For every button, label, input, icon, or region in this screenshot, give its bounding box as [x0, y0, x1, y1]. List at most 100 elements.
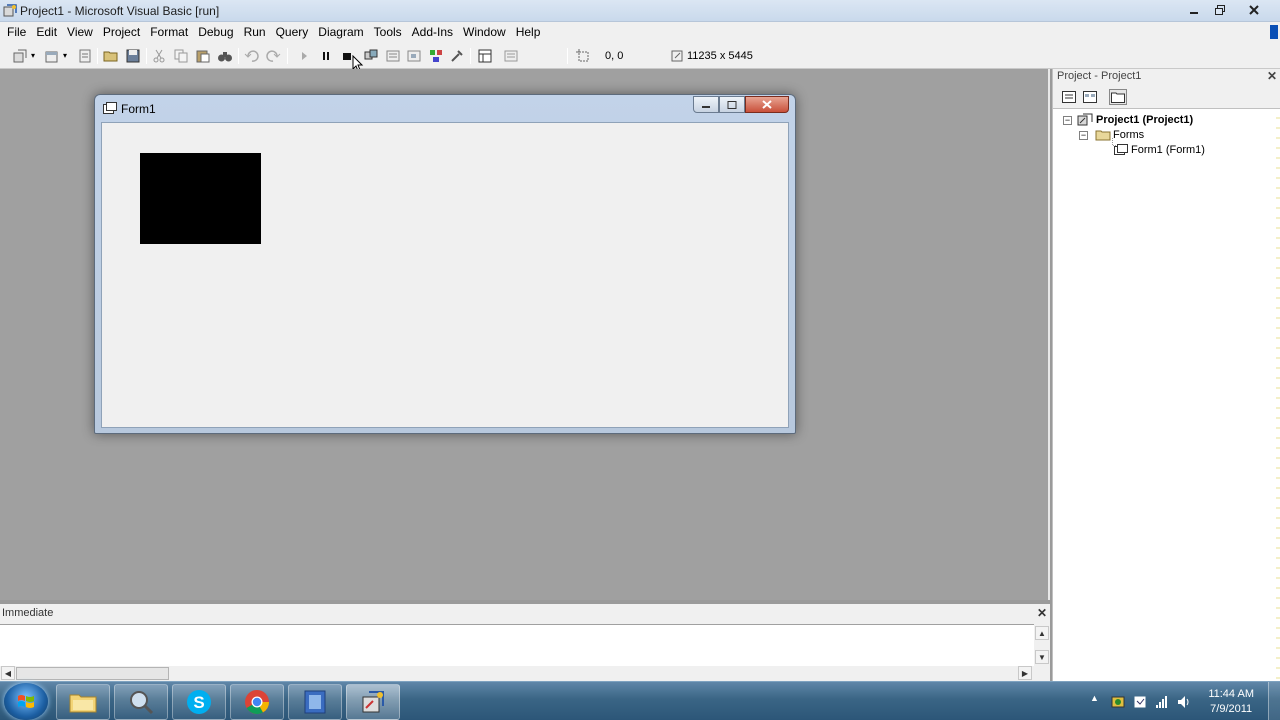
form-client-area[interactable]: [101, 122, 789, 428]
project-explorer: Project - Project1 ✕ − Project1 (Project…: [1052, 69, 1280, 681]
menu-tools[interactable]: Tools: [369, 23, 407, 42]
add-form-button[interactable]: [43, 47, 61, 65]
close-button[interactable]: [1234, 1, 1274, 19]
project-explorer-toolbar: [1053, 85, 1280, 109]
toolbox-button[interactable]: [448, 47, 466, 65]
taskbar-skype[interactable]: S: [172, 684, 226, 720]
paste-button[interactable]: [194, 47, 212, 65]
form-layout-button[interactable]: [405, 47, 423, 65]
start-button[interactable]: [295, 47, 313, 65]
size-icon-box: [668, 47, 686, 65]
add-project-icon: [13, 49, 27, 63]
menu-view[interactable]: View: [62, 23, 98, 42]
taskbar-chrome[interactable]: [230, 684, 284, 720]
scroll-left-icon[interactable]: ◀: [1, 666, 15, 680]
form-close-button[interactable]: [745, 96, 789, 113]
visual-component-manager-button[interactable]: [502, 47, 520, 65]
standard-toolbar: ▾ ▾ 0, 0 11235 x 5445: [0, 43, 1280, 72]
menu-debug[interactable]: Debug: [193, 23, 238, 42]
copy-button[interactable]: [172, 47, 190, 65]
restore-button[interactable]: [1208, 1, 1232, 19]
menu-editor-button[interactable]: [76, 47, 94, 65]
view-code-button[interactable]: [1060, 89, 1078, 105]
redo-button[interactable]: [264, 47, 282, 65]
network-icon[interactable]: [1155, 695, 1169, 709]
collapse-project-icon[interactable]: −: [1063, 116, 1072, 125]
project-icon: [1077, 113, 1093, 126]
form-icon: [103, 102, 117, 114]
taskbar-explorer[interactable]: [56, 684, 110, 720]
project-explorer-close-icon[interactable]: ✕: [1266, 69, 1278, 83]
taskbar-video[interactable]: [288, 684, 342, 720]
immediate-vertical-scrollbar[interactable]: ▲ ▼: [1034, 624, 1050, 667]
scroll-right-icon[interactable]: ▶: [1018, 666, 1032, 680]
immediate-title: Immediate: [2, 607, 54, 619]
menu-diagram[interactable]: Diagram: [313, 23, 368, 42]
data-view-icon: [478, 49, 492, 63]
scroll-down-icon[interactable]: ▼: [1035, 650, 1049, 664]
menu-help[interactable]: Help: [511, 23, 546, 42]
break-button[interactable]: [317, 47, 335, 65]
component-manager-icon: [504, 50, 518, 62]
form1-window[interactable]: Form1: [94, 94, 796, 434]
collapse-forms-icon[interactable]: −: [1079, 131, 1088, 140]
menu-format[interactable]: Format: [145, 23, 193, 42]
view-object-button[interactable]: [1081, 89, 1099, 105]
add-project-button[interactable]: [11, 47, 29, 65]
cut-button[interactable]: [150, 47, 168, 65]
position-icon-box: [574, 47, 592, 65]
taskbar-visual-basic[interactable]: [346, 684, 400, 720]
tree-project[interactable]: Project1 (Project1): [1096, 114, 1193, 126]
properties-window-button[interactable]: [384, 47, 402, 65]
svg-text:S: S: [193, 693, 204, 712]
position-icon: [576, 49, 589, 62]
project-tree: − Project1 (Project1) − Forms Form1 (For…: [1053, 109, 1280, 679]
visual-basic-icon: [3, 4, 17, 17]
paste-icon: [196, 50, 210, 63]
toggle-folders-button[interactable]: [1109, 89, 1127, 105]
chrome-icon: [245, 690, 269, 715]
menu-run[interactable]: Run: [239, 23, 271, 42]
object-browser-button[interactable]: [427, 47, 445, 65]
dropdown-arrow-icon[interactable]: ▾: [63, 51, 67, 60]
start-button[interactable]: [4, 683, 48, 720]
taskbar-search[interactable]: [114, 684, 168, 720]
immediate-horizontal-scrollbar[interactable]: ◀ ▶: [0, 666, 1034, 681]
project-explorer-button[interactable]: [362, 47, 380, 65]
close-icon: [1249, 5, 1259, 15]
folder-icon: [1095, 130, 1111, 141]
tray-app-icon[interactable]: [1111, 695, 1125, 709]
open-folder-icon: [103, 51, 118, 62]
close-icon: [762, 100, 772, 109]
show-desktop-button[interactable]: [1268, 682, 1280, 720]
show-hidden-icons-icon[interactable]: ▲: [1090, 693, 1099, 703]
menu-window[interactable]: Window: [458, 23, 511, 42]
tree-form1[interactable]: Form1 (Form1): [1131, 144, 1205, 156]
minimize-button[interactable]: [1182, 1, 1206, 19]
undo-button[interactable]: [243, 47, 261, 65]
clock[interactable]: 11:44 AM 7/9/2011: [1208, 687, 1254, 717]
form-maximize-button[interactable]: [719, 96, 745, 113]
menu-file[interactable]: File: [2, 23, 31, 42]
view-object-icon: [1083, 91, 1097, 103]
data-view-button[interactable]: [476, 47, 494, 65]
form-minimize-button[interactable]: [693, 96, 719, 113]
menu-add-ins[interactable]: Add-Ins: [407, 23, 458, 42]
minimize-icon: [1190, 12, 1198, 14]
scroll-up-icon[interactable]: ▲: [1035, 626, 1049, 640]
open-project-button[interactable]: [102, 47, 120, 65]
form-icon: [1114, 144, 1128, 155]
clock-time: 11:44 AM: [1208, 688, 1254, 700]
menu-edit[interactable]: Edit: [31, 23, 62, 42]
find-button[interactable]: [216, 47, 234, 65]
save-project-button[interactable]: [124, 47, 142, 65]
immediate-close-icon[interactable]: ✕: [1036, 606, 1048, 620]
action-center-icon[interactable]: [1133, 695, 1147, 709]
cut-icon: [153, 49, 165, 63]
scroll-thumb[interactable]: [16, 667, 169, 680]
immediate-input[interactable]: [0, 624, 1034, 666]
menu-project[interactable]: Project: [98, 23, 145, 42]
menu-query[interactable]: Query: [271, 23, 314, 42]
dropdown-arrow-icon[interactable]: ▾: [31, 51, 35, 60]
volume-icon[interactable]: [1177, 695, 1191, 709]
